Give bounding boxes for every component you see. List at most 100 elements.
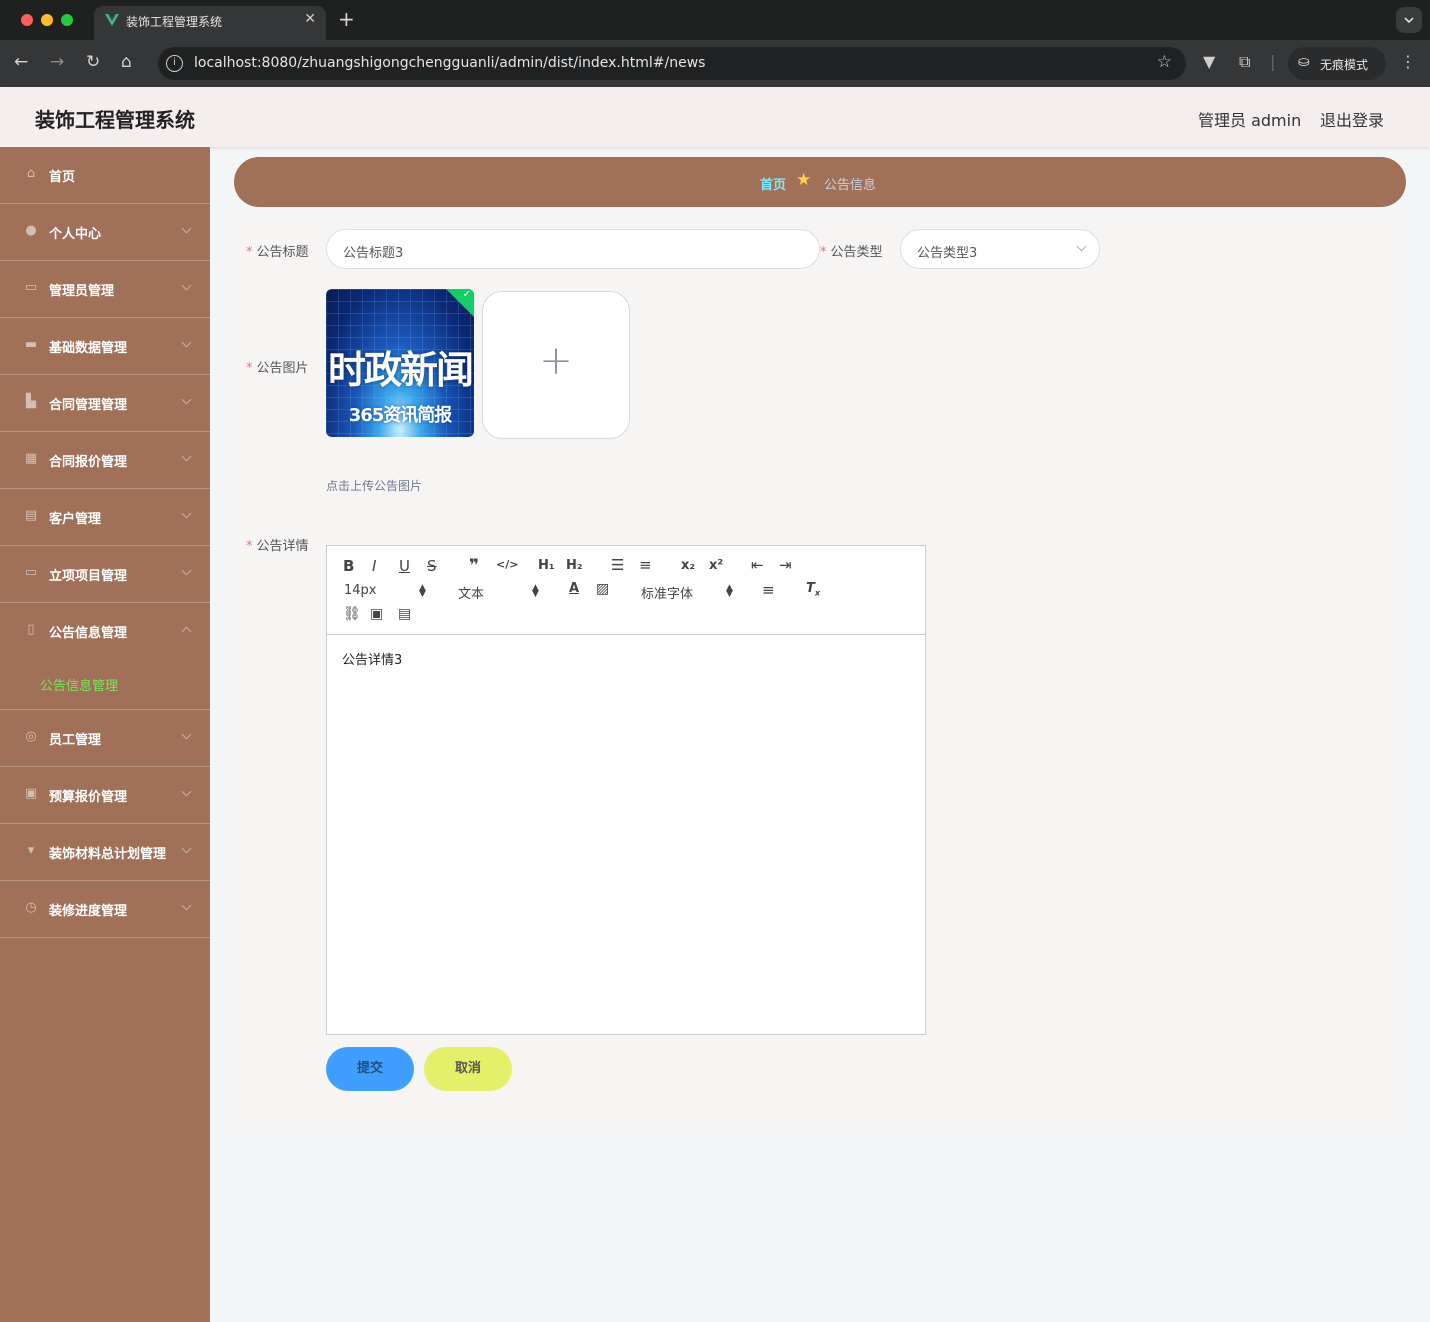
sidebar-item-label: 基础数据管理 — [49, 341, 128, 356]
sidebar-item-contracts[interactable]: ▙ 合同管理管理 — [0, 375, 210, 432]
image-icon[interactable]: ▣ — [370, 606, 383, 622]
reload-icon[interactable]: ↻ — [86, 52, 100, 72]
align-icon[interactable]: ≡ — [762, 581, 775, 599]
sidebar-item-contract-quotes[interactable]: ▦ 合同报价管理 — [0, 432, 210, 489]
chevron-down-icon — [181, 565, 192, 576]
minimize-window-button[interactable] — [41, 14, 53, 26]
font-color-icon[interactable]: A — [569, 581, 579, 596]
chevron-down-icon — [181, 280, 192, 291]
home-icon[interactable]: ⌂ — [121, 52, 132, 72]
editor-content[interactable]: 公告详情3 — [342, 649, 402, 668]
logout-button[interactable]: 退出登录 — [1320, 107, 1384, 131]
type-select[interactable]: 公告类型3 — [900, 229, 1100, 269]
forward-icon[interactable]: → — [50, 52, 64, 72]
tab-title: 装饰工程管理系统 — [126, 15, 223, 29]
video-icon[interactable]: ▤ — [398, 606, 411, 622]
strikethrough-icon[interactable]: S — [427, 557, 437, 575]
font-family-picker[interactable]: 标准字体 — [641, 583, 693, 602]
sidebar-item-projects[interactable]: ▭ 立项项目管理 — [0, 546, 210, 603]
sidebar-item-staff[interactable]: ◎ 员工管理 — [0, 710, 210, 767]
header-picker[interactable]: 文本 — [458, 583, 484, 602]
title-input-value: 公告标题3 — [343, 246, 404, 261]
font-size-picker[interactable]: 14px — [344, 583, 377, 598]
sidebar-item-materials-plan[interactable]: ▾ 装饰材料总计划管理 — [0, 824, 210, 881]
cancel-button[interactable]: 取消 — [424, 1047, 512, 1091]
superscript-icon[interactable]: x² — [709, 558, 723, 573]
submit-button[interactable]: 提交 — [326, 1047, 414, 1091]
ordered-list-icon[interactable]: ☰ — [611, 556, 624, 574]
upload-image-button[interactable]: + — [482, 291, 630, 439]
bookmark-star-icon[interactable]: ☆ — [1157, 52, 1172, 72]
background-color-icon[interactable]: ▨ — [596, 581, 609, 597]
sidebar-item-label: 立项项目管理 — [49, 569, 128, 584]
sidebar: ⌂ 首页 ● 个人中心 ▭ 管理员管理 ▬ 基础数据管理 ▙ 合同管理管理 ▦ … — [0, 147, 210, 1322]
breadcrumb-current: 公告信息 — [824, 178, 877, 193]
home-icon: ⌂ — [26, 166, 36, 181]
extension-icon[interactable]: ▼ — [1203, 52, 1215, 71]
back-icon[interactable]: ← — [14, 52, 28, 72]
star-icon: ★ — [796, 170, 812, 190]
title-label-text: 公告标题 — [256, 245, 309, 260]
sidebar-subitem-notices[interactable]: 公告信息管理 — [40, 675, 118, 694]
blockquote-icon[interactable]: ❞ — [469, 556, 479, 576]
menu-dots-icon[interactable]: ⋮ — [1400, 52, 1416, 71]
chevron-down-icon — [181, 729, 192, 740]
underline-icon[interactable]: U — [399, 557, 410, 575]
indent-icon[interactable]: ⇥ — [779, 556, 792, 574]
title-label: * 公告标题 — [246, 241, 309, 260]
sidebar-item-profile[interactable]: ● 个人中心 — [0, 204, 210, 261]
incognito-badge[interactable]: ⛀ 无痕模式 — [1288, 47, 1386, 80]
bold-icon[interactable]: B — [343, 557, 354, 575]
address-bar[interactable]: i localhost:8080/zhuangshigongchengguanl… — [158, 47, 1186, 80]
sidebar-item-notices[interactable]: ▯ 公告信息管理 公告信息管理 — [0, 603, 210, 710]
tab-search-button[interactable] — [1396, 7, 1422, 33]
thumbnail-subline: 365资讯简报 — [348, 405, 453, 426]
maximize-window-button[interactable] — [61, 14, 73, 26]
puzzle-icon[interactable]: ⧉ — [1239, 52, 1250, 72]
sidebar-item-admins[interactable]: ▭ 管理员管理 — [0, 261, 210, 318]
clear-format-icon[interactable]: Tx — [806, 581, 820, 598]
type-label: * 公告类型 — [820, 241, 883, 260]
breadcrumb: 首页 ★ 公告信息 — [234, 157, 1406, 207]
help-icon: ◎ — [25, 729, 37, 744]
sidebar-item-base-data[interactable]: ▬ 基础数据管理 — [0, 318, 210, 375]
chevron-down-icon — [181, 451, 192, 462]
browser-tab[interactable]: 装饰工程管理系统 ✕ — [94, 6, 326, 40]
sidebar-item-progress[interactable]: ◷ 装修进度管理 — [0, 881, 210, 938]
incognito-icon: ⛀ — [1298, 54, 1310, 70]
title-input[interactable]: 公告标题3 — [326, 229, 820, 269]
sidebar-item-home[interactable]: ⌂ 首页 — [0, 147, 210, 204]
type-label-text: 公告类型 — [830, 245, 883, 260]
chevron-down-icon — [1076, 241, 1087, 252]
breadcrumb-home-link[interactable]: 首页 — [760, 174, 786, 193]
header-1-icon[interactable]: H₁ — [538, 558, 555, 573]
contract-icon: ▙ — [26, 394, 36, 409]
new-tab-button[interactable]: + — [338, 7, 355, 31]
header-2-icon[interactable]: H₂ — [566, 558, 583, 573]
subscript-icon[interactable]: x₂ — [681, 558, 695, 573]
thumbnail-headline: 时政新闻 — [327, 348, 474, 392]
browser-toolbar: ← → ↻ ⌂ i localhost:8080/zhuangshigongch… — [0, 40, 1430, 87]
site-info-icon[interactable]: i — [166, 55, 183, 72]
tab-close-icon[interactable]: ✕ — [304, 11, 316, 27]
bullet-list-icon[interactable]: ≡ — [639, 556, 652, 574]
sidebar-item-budget-quotes[interactable]: ▣ 预算报价管理 — [0, 767, 210, 824]
clipboard-icon: ▣ — [24, 786, 38, 801]
upload-tip: 点击上传公告图片 — [326, 479, 423, 493]
sidebar-item-label: 客户管理 — [49, 512, 102, 527]
address-url[interactable]: localhost:8080/zhuangshigongchengguanli/… — [194, 55, 705, 71]
image-label: * 公告图片 — [246, 357, 309, 376]
close-window-button[interactable] — [21, 14, 33, 26]
italic-icon[interactable]: I — [372, 557, 376, 575]
sidebar-item-label: 装饰材料总计划管理 — [49, 847, 167, 862]
code-block-icon[interactable]: </> — [496, 558, 518, 571]
current-user: 管理员 admin — [1198, 111, 1302, 130]
chevron-down-icon — [1404, 17, 1414, 24]
link-icon[interactable]: ⛓ — [343, 606, 361, 622]
outdent-icon[interactable]: ⇤ — [751, 556, 764, 574]
monitor-icon: ▭ — [24, 565, 38, 580]
uploaded-image-thumbnail[interactable]: 时政新闻 365资讯简报 ✓ — [326, 289, 474, 437]
chevron-down-icon — [181, 508, 192, 519]
sidebar-item-customers[interactable]: ▤ 客户管理 — [0, 489, 210, 546]
chevron-up-icon — [181, 626, 192, 637]
